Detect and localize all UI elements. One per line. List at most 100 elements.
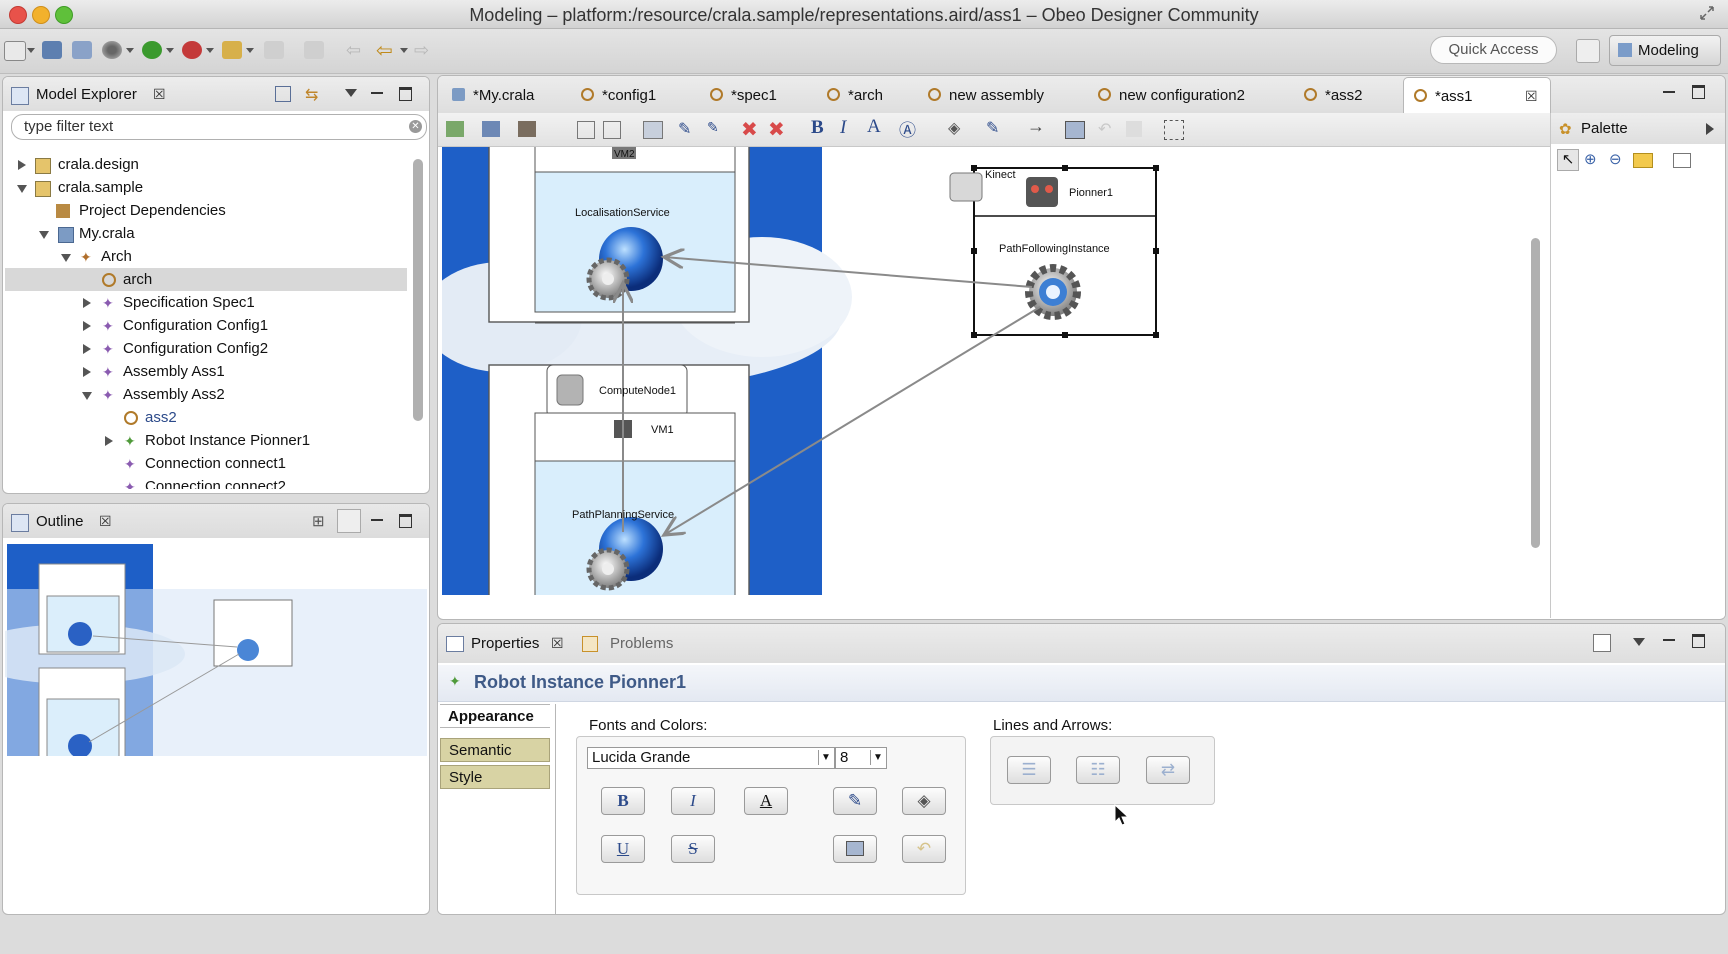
view-menu-icon[interactable] xyxy=(345,89,357,97)
tree-item-connection-connect2[interactable]: ✦ Connection connect2 xyxy=(5,475,407,489)
minimize-icon[interactable] xyxy=(371,519,383,521)
link-with-editor-icon[interactable]: ⇆ xyxy=(305,85,318,105)
arrange-icon[interactable] xyxy=(446,121,464,137)
hide-label-icon[interactable]: ✎ xyxy=(707,119,719,136)
fullscreen-icon[interactable] xyxy=(1700,6,1714,20)
kinect-label[interactable]: Kinect xyxy=(985,169,1016,181)
new-icon[interactable] xyxy=(4,41,26,61)
note-icon[interactable] xyxy=(1633,153,1653,168)
diagram-canvas[interactable]: VM2 LocalisationService ComputeNode1 VM1… xyxy=(442,147,1550,595)
tree-item-project-dependencies[interactable]: Project Dependencies xyxy=(5,199,407,222)
expand-icon[interactable] xyxy=(83,298,91,308)
side-tab-appearance[interactable]: Appearance xyxy=(440,704,550,728)
pin-icon[interactable] xyxy=(577,121,595,139)
minimize-icon[interactable] xyxy=(1663,91,1675,93)
expand-icon[interactable] xyxy=(83,321,91,331)
gear-dropdown-icon[interactable] xyxy=(126,48,134,53)
close-icon[interactable]: ☒ xyxy=(99,513,112,530)
pionner-label[interactable]: Pionner1 xyxy=(1069,187,1113,199)
font-color-button[interactable]: A xyxy=(744,787,788,815)
zoom-out-icon[interactable]: ⊖ xyxy=(1609,150,1622,168)
filter-input[interactable]: type filter text ✕ xyxy=(11,114,427,140)
tab-my-crala[interactable]: *My.crala xyxy=(452,80,534,112)
layers-icon[interactable] xyxy=(518,121,536,137)
path-following-label[interactable]: PathFollowingInstance xyxy=(999,243,1110,255)
diagram-scrollbar[interactable] xyxy=(1531,238,1540,548)
tree-item-my-crala[interactable]: My.crala xyxy=(5,222,407,245)
select-tool-icon[interactable]: ↖ xyxy=(1557,149,1579,171)
collapse-icon[interactable] xyxy=(17,185,27,193)
tree-item-arch[interactable]: ✦ Arch xyxy=(5,245,407,268)
fill-color-button[interactable]: ◈ xyxy=(902,787,946,815)
tree-item-connection-connect1[interactable]: ✦ Connection connect1 xyxy=(5,452,407,475)
tree-item-configuration-config2[interactable]: ✦ Configuration Config2 xyxy=(5,337,407,360)
chevron-down-icon[interactable]: ▼ xyxy=(818,750,833,765)
line-color-icon[interactable]: ✎ xyxy=(986,118,999,138)
chevron-down-icon[interactable]: ▼ xyxy=(870,750,885,765)
side-tab-semantic[interactable]: Semantic xyxy=(440,738,550,762)
expand-icon[interactable] xyxy=(83,344,91,354)
tree-item-crala-design[interactable]: crala.design xyxy=(5,153,407,176)
collapse-icon[interactable] xyxy=(61,254,71,262)
tab-spec1[interactable]: *spec1 xyxy=(710,80,777,112)
clear-filter-icon[interactable]: ✕ xyxy=(409,120,422,133)
run-dropdown-icon[interactable] xyxy=(166,48,174,53)
fill-color-icon[interactable]: ◈ xyxy=(948,118,960,138)
set-image-button[interactable] xyxy=(833,835,877,863)
delete-from-model-icon[interactable]: ✖ xyxy=(768,117,785,142)
tab-arch[interactable]: *arch xyxy=(827,80,883,112)
maximize-icon[interactable] xyxy=(1692,634,1705,648)
tree-item-assembly-ass2[interactable]: ✦ Assembly Ass2 xyxy=(5,383,407,406)
bold-icon[interactable]: B xyxy=(811,117,824,139)
run-icon[interactable] xyxy=(142,41,162,59)
new-dropdown-icon[interactable] xyxy=(27,48,35,53)
tree-item-robot-instance[interactable]: ✦ Robot Instance Pionner1 xyxy=(5,429,407,452)
back-icon[interactable]: ⇦ xyxy=(376,38,393,63)
font-color-icon[interactable]: A xyxy=(867,116,881,138)
tree-view-icon[interactable]: ⊞ xyxy=(312,512,325,530)
text-tool-icon[interactable] xyxy=(1673,153,1691,168)
select-icon[interactable] xyxy=(482,121,500,137)
expand-icon[interactable] xyxy=(18,160,26,170)
tree-scrollbar[interactable] xyxy=(413,159,423,421)
tab-ass2[interactable]: *ass2 xyxy=(1304,80,1363,112)
font-icon[interactable]: Ⓐ xyxy=(899,116,916,141)
model-explorer-title[interactable]: Model Explorer xyxy=(36,86,137,103)
expand-icon[interactable] xyxy=(83,367,91,377)
tree-item-crala-sample[interactable]: crala.sample xyxy=(5,176,407,199)
maximize-icon[interactable] xyxy=(399,87,412,101)
delete-icon[interactable]: ✖ xyxy=(741,117,758,142)
save-all-icon[interactable] xyxy=(72,41,92,59)
tree-item-ass2-diagram[interactable]: ass2 xyxy=(5,406,407,429)
save-icon[interactable] xyxy=(42,41,62,59)
line-style-icon[interactable]: → xyxy=(1027,116,1045,137)
pin-view-icon[interactable] xyxy=(1593,634,1611,652)
vm1-label[interactable]: VM1 xyxy=(651,424,674,436)
tree-item-arch-diagram[interactable]: arch xyxy=(5,268,407,291)
minimize-icon[interactable] xyxy=(1663,639,1675,641)
back-dropdown-icon[interactable] xyxy=(400,48,408,53)
zoom-in-icon[interactable]: ⊕ xyxy=(1584,150,1597,168)
tab-new-assembly[interactable]: new assembly xyxy=(928,80,1044,112)
hide-palette-icon[interactable] xyxy=(1706,123,1714,135)
collapse-all-icon[interactable] xyxy=(275,86,291,102)
copy-format-icon[interactable] xyxy=(643,121,663,139)
italic-button[interactable]: I xyxy=(671,787,715,815)
localisation-service-label[interactable]: LocalisationService xyxy=(575,207,670,219)
tab-config1[interactable]: *config1 xyxy=(581,80,656,112)
quick-access-field[interactable]: Quick Access xyxy=(1430,36,1557,64)
tree-item-assembly-ass1[interactable]: ✦ Assembly Ass1 xyxy=(5,360,407,383)
font-size-select[interactable]: 8 ▼ xyxy=(835,747,887,769)
tab-new-configuration2[interactable]: new configuration2 xyxy=(1098,80,1245,112)
close-icon[interactable]: ☒ xyxy=(153,86,166,103)
font-family-select[interactable]: Lucida Grande ▼ xyxy=(587,747,835,769)
bold-button[interactable]: B xyxy=(601,787,645,815)
line-color-button[interactable]: ✎ xyxy=(833,787,877,815)
external-tools-icon[interactable] xyxy=(182,41,202,59)
external-tools-dropdown-icon[interactable] xyxy=(206,48,214,53)
maximize-icon[interactable] xyxy=(399,514,412,528)
image-icon[interactable] xyxy=(1065,121,1085,139)
tab-ass1-active[interactable]: *ass1 ☒ xyxy=(1403,77,1551,114)
maximize-icon[interactable] xyxy=(1692,85,1705,99)
modeling-perspective-button[interactable]: Modeling xyxy=(1609,35,1721,66)
